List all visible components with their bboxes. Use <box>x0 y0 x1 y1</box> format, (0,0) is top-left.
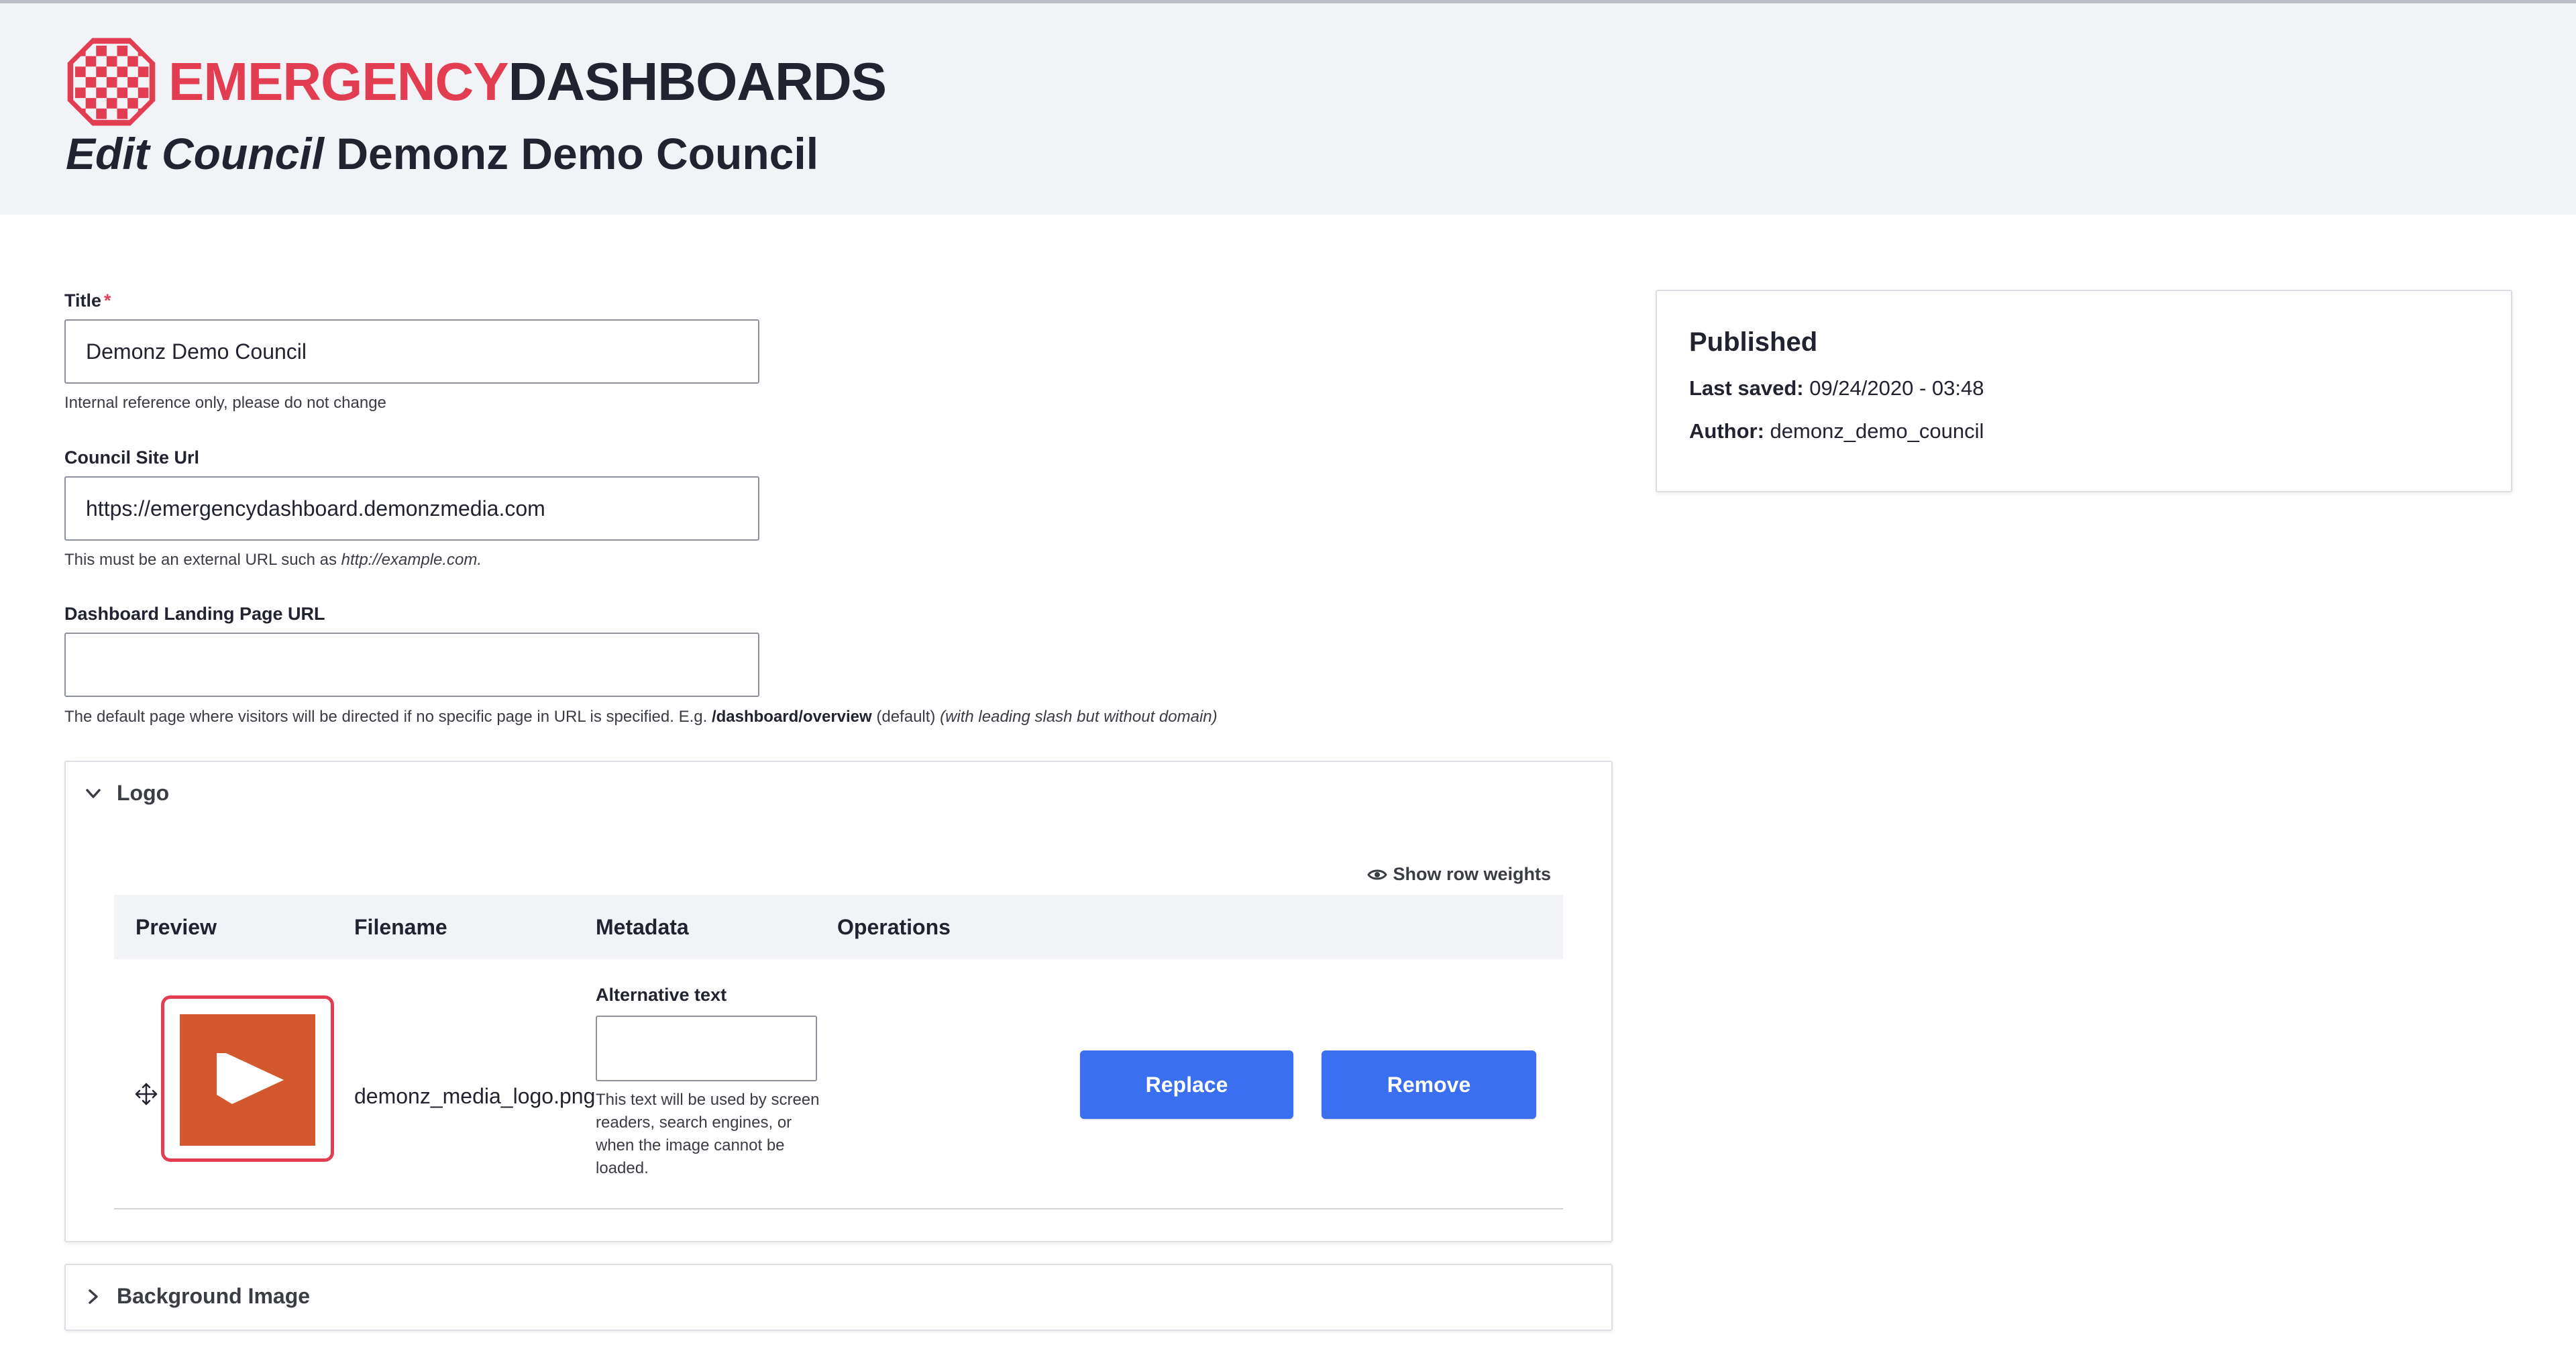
author-label: Author: <box>1689 419 1764 443</box>
drag-handle-icon[interactable] <box>134 1082 158 1106</box>
eye-icon <box>1367 869 1388 879</box>
brand-wordmark: EMERGENCYDASHBOARDS <box>168 52 887 111</box>
background-image-section: Background Image <box>64 1264 1613 1331</box>
replace-button[interactable]: Replace <box>1080 1050 1293 1119</box>
council-site-url-description: This must be an external URL such as htt… <box>64 551 482 570</box>
title-label: Title * <box>64 290 111 311</box>
checkered-octagon-icon <box>67 38 156 126</box>
alt-text-input[interactable] <box>596 1016 817 1081</box>
url-desc-example: http://example.com. <box>341 551 482 569</box>
landing-desc-default: (default) <box>876 708 936 726</box>
last-saved-value: 09/24/2020 - 03:48 <box>1809 376 1984 400</box>
background-image-title: Background Image <box>117 1284 311 1308</box>
last-saved: Last saved: 09/24/2020 - 03:48 <box>1689 376 1984 400</box>
column-header-metadata: Metadata <box>596 915 689 939</box>
chevron-right-icon <box>89 1289 98 1304</box>
page-title: Edit Council Demonz Demo Council <box>66 128 818 179</box>
alt-text-description: This text will be used by screen readers… <box>596 1091 820 1177</box>
remove-button[interactable]: Remove <box>1322 1050 1536 1119</box>
page-title-name: Demonz Demo Council <box>336 129 819 178</box>
alt-text-label: Alternative text <box>596 985 727 1005</box>
logo-table-header: Preview Filename Metadata Operations <box>114 895 1563 959</box>
required-marker: * <box>104 290 111 311</box>
table-row-divider <box>114 1208 1563 1209</box>
show-row-weights-button[interactable]: Show row weights <box>1367 864 1551 885</box>
logo-section: Logo Show row weights Preview Filename M… <box>64 761 1613 1242</box>
landing-desc-text: The default page where visitors will be … <box>64 708 708 726</box>
author-value: demonz_demo_council <box>1770 419 1984 443</box>
brand-name-dashboards: DASHBOARDS <box>508 52 887 111</box>
last-saved-label: Last saved: <box>1689 376 1804 400</box>
council-site-url-label: Council Site Url <box>64 447 200 468</box>
column-header-operations: Operations <box>837 915 951 939</box>
landing-page-url-input[interactable] <box>64 633 759 697</box>
brand-name-emergency: EMERGENCY <box>168 52 509 111</box>
play-icon <box>217 1053 284 1107</box>
page-header: EMERGENCYDASHBOARDS Edit Council Demonz … <box>0 3 2576 215</box>
landing-desc-path: /dashboard/overview <box>711 708 872 726</box>
column-header-filename: Filename <box>354 915 447 939</box>
title-description: Internal reference only, please do not c… <box>64 394 386 412</box>
title-label-text: Title <box>64 290 102 311</box>
url-desc-text: This must be an external URL such as <box>64 551 337 569</box>
author: Author: demonz_demo_council <box>1689 419 1984 443</box>
landing-page-url-description: The default page where visitors will be … <box>64 708 1218 726</box>
council-site-url-input[interactable] <box>64 476 759 541</box>
logo-preview-thumbnail[interactable] <box>161 995 334 1162</box>
entity-meta-card: Published Last saved: 09/24/2020 - 03:48… <box>1656 290 2512 492</box>
page-title-action: Edit Council <box>66 129 324 178</box>
logo-filename[interactable]: demonz_media_logo.png <box>354 1084 595 1109</box>
logo-preview-image <box>180 1014 315 1146</box>
background-image-toggle[interactable]: Background Image <box>83 1284 310 1309</box>
brand-logo[interactable]: EMERGENCYDASHBOARDS <box>64 35 887 129</box>
landing-desc-note: (with leading slash but without domain) <box>940 708 1218 726</box>
publish-status: Published <box>1689 327 1818 357</box>
show-row-weights-label: Show row weights <box>1393 864 1551 884</box>
chevron-down-icon <box>86 788 101 798</box>
landing-page-url-label: Dashboard Landing Page URL <box>64 604 325 624</box>
title-input[interactable] <box>64 319 759 384</box>
column-header-preview: Preview <box>136 915 217 939</box>
logo-section-title: Logo <box>117 781 170 805</box>
logo-section-toggle[interactable]: Logo <box>83 781 169 806</box>
